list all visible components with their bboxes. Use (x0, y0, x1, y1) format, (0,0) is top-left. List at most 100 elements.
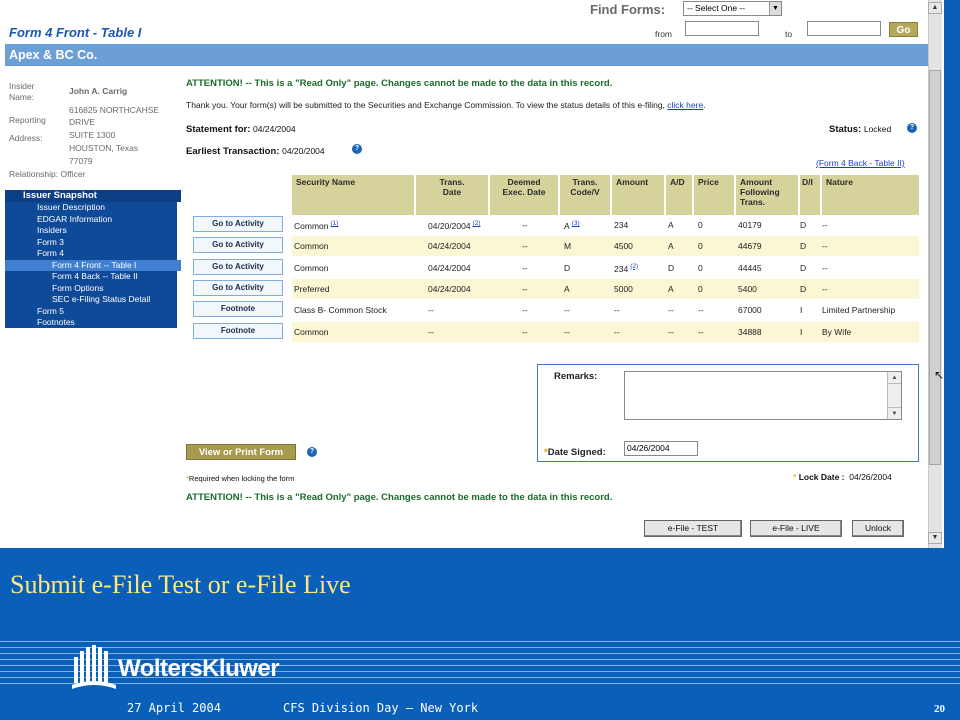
cell-value: D (800, 220, 807, 230)
nav-item-form-3[interactable]: Form 3 (5, 237, 181, 249)
cell-di: D (800, 284, 806, 294)
nav-item-insiders[interactable]: Insiders (5, 225, 181, 237)
cell-value: D (800, 241, 807, 252)
cell-deemed-date: -- (522, 263, 528, 273)
col-header-security: Security Name (292, 175, 414, 215)
cell-value: -- (822, 220, 828, 230)
address-line: 616825 NORTHCAHSE (69, 105, 160, 115)
address-line: SUITE 1300 (69, 130, 116, 140)
view-print-form-button[interactable]: View or Print Form (186, 444, 296, 460)
cell-price: 0 (698, 241, 703, 251)
cell-value: 234 (614, 220, 629, 230)
cell-value: A (564, 283, 570, 294)
nav-item-footnotes[interactable]: Footnotes (5, 317, 181, 329)
to-label: to (785, 29, 793, 39)
go-to-activity-button[interactable]: Go to Activity (193, 237, 283, 254)
nav-item-issuer-description[interactable]: Issuer Description (5, 202, 181, 214)
scroll-up-icon[interactable]: ▲ (888, 372, 901, 384)
click-here-link[interactable]: click here (667, 100, 703, 110)
scroll-up-icon[interactable]: ▲ (928, 2, 942, 14)
to-date-input[interactable] (807, 21, 881, 36)
cell-deemed-date: -- (522, 220, 528, 230)
cell-value: D (564, 262, 571, 273)
find-forms-label: Find Forms: (590, 2, 666, 17)
table-row: Common 04/24/2004 -- D 234 (2) D 0 44445 D -- (292, 258, 919, 278)
table-header: Security Name Trans. Date Deemed Exec. D… (292, 175, 919, 215)
form-4-back-link[interactable]: (Form 4 Back - Table II) (816, 158, 905, 168)
go-to-activity-button[interactable]: Go to Activity (193, 216, 283, 232)
go-button[interactable]: Go (889, 22, 918, 37)
cell-value: I (800, 326, 803, 337)
help-icon[interactable]: ? (907, 123, 917, 133)
cell-value: -- (698, 305, 704, 316)
efile-test-button[interactable]: e-File - TEST (644, 520, 742, 537)
company-bar: Apex & BC Co. (5, 44, 928, 66)
footnote-link[interactable]: (1) (330, 220, 338, 227)
nav-item-form-4-front[interactable]: Form 4 Front -- Table I (5, 259, 181, 271)
footnote-button[interactable]: Footnote (193, 322, 283, 339)
cell-value: -- (822, 262, 828, 273)
nav-item-form-4[interactable]: Form 4 (5, 248, 181, 260)
footnote-link[interactable]: (2) (630, 263, 638, 270)
status-label: Status: (829, 124, 862, 135)
logo-book-icon (72, 645, 116, 689)
scrollbar[interactable]: ▲ ▼ (887, 372, 901, 419)
from-date-input[interactable] (685, 21, 759, 36)
cell-amount-following: 67000 (738, 305, 762, 315)
cell-price: 0 (698, 263, 703, 273)
footnote-button[interactable]: Footnote (193, 301, 283, 318)
help-icon[interactable]: ? (307, 447, 317, 457)
footnote-link[interactable]: (3) (572, 220, 580, 227)
go-to-activity-button[interactable]: Go to Activity (193, 279, 283, 296)
nav-item-form-5[interactable]: Form 5 (5, 306, 181, 318)
nav-item-form-4-back[interactable]: Form 4 Back -- Table II (5, 271, 181, 283)
go-to-activity-button[interactable]: Go to Activity (193, 258, 283, 275)
nav-item-sec-efiling-status[interactable]: SEC e-Filing Status Detail (5, 294, 181, 306)
cell-amount-following: 44445 (738, 263, 762, 273)
cell-trans-code: A (564, 284, 570, 294)
unlock-button[interactable]: Unlock (852, 520, 904, 537)
footer-date: 27 April 2004 (127, 701, 221, 715)
from-label: from (655, 29, 672, 39)
cell-amount-following: 44679 (738, 241, 762, 251)
find-forms-select[interactable]: -- Select One -- ▼ (683, 1, 782, 16)
wolters-kluwer-logo: WoltersKluwer (72, 645, 280, 691)
nav-item-edgar-information[interactable]: EDGAR Information (5, 214, 181, 226)
footnote-link[interactable]: (2) (473, 220, 481, 227)
cell-value: -- (668, 326, 674, 337)
cell-price: -- (698, 305, 704, 315)
cell-trans-code: M (564, 241, 571, 251)
lock-date-value: 04/26/2004 (849, 472, 892, 482)
cell-security: Common (1) (294, 220, 338, 231)
cell-value: 0 (698, 262, 703, 273)
cell-amount: 234 (2) (614, 263, 638, 274)
cell-value: 67000 (738, 305, 762, 316)
scroll-thumb[interactable] (929, 70, 941, 465)
date-signed-input[interactable]: 04/26/2004 (624, 441, 698, 456)
cell-value: Limited Partnership (822, 305, 896, 316)
nav-header[interactable]: Issuer Snapshot (5, 190, 181, 202)
cell-nature: Limited Partnership (822, 305, 895, 315)
table-row: Common (1) 04/20/2004 (2) -- A (3) 234 A 0 40179 D -… (292, 215, 919, 235)
efile-live-button[interactable]: e-File - LIVE (750, 520, 842, 537)
scroll-down-icon[interactable]: ▼ (928, 532, 942, 544)
cell-value: -- (522, 241, 528, 252)
footer-event: CFS Division Day – New York (283, 701, 479, 715)
cell-value: 5400 (738, 283, 757, 294)
col-header-amount-following: Amount Following Trans. (736, 175, 798, 215)
remarks-textarea[interactable]: ▲ ▼ (624, 371, 902, 420)
cell-di: D (800, 241, 806, 251)
col-header-price: Price (694, 175, 734, 215)
cell-value: -- (564, 326, 570, 337)
table-row: Preferred 04/24/2004 -- A 5000 A 0 5400 D -- (292, 278, 919, 299)
cell-di: I (800, 327, 802, 337)
attention-notice-bottom: ATTENTION! -- This is a "Read Only" page… (186, 492, 613, 503)
statement-for: Statement for: 04/24/2004 (186, 124, 296, 135)
cell-value: Class B- Common Stock (294, 305, 387, 316)
cell-deemed-date: -- (522, 305, 528, 315)
sidebar-nav: Issuer Snapshot Issuer Description EDGAR… (5, 190, 181, 328)
nav-item-form-options[interactable]: Form Options (5, 283, 181, 295)
scroll-down-icon[interactable]: ▼ (888, 407, 901, 419)
cell-value: 04/24/2004 (428, 283, 471, 294)
help-icon[interactable]: ? (352, 144, 362, 154)
